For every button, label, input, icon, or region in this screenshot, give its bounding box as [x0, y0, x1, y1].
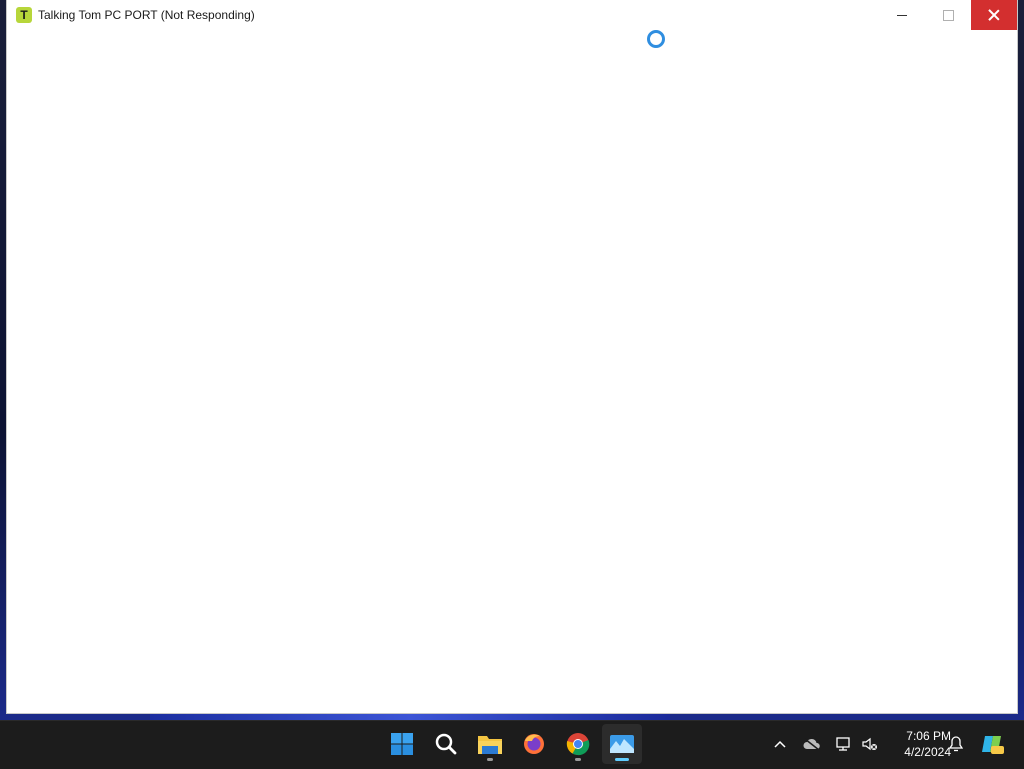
copilot-pre-icon: [982, 736, 1004, 754]
busy-cursor-icon: [647, 30, 665, 48]
folder-icon: [478, 736, 502, 754]
minimize-button[interactable]: [879, 0, 925, 30]
bell-icon: [949, 736, 963, 752]
firefox-icon: [524, 734, 544, 754]
network-tray-button[interactable]: [832, 720, 856, 768]
clock[interactable]: 7:06 PM 4/2/2024: [885, 728, 951, 760]
volume-muted-icon: [862, 737, 877, 751]
active-indicator: [615, 758, 629, 761]
app-icon-letter: T: [20, 8, 28, 22]
running-indicator: [575, 758, 581, 761]
network-icon: [836, 737, 850, 751]
start-button[interactable]: [382, 724, 422, 764]
app-icon: T: [16, 7, 32, 23]
close-icon: [988, 9, 1000, 21]
clock-time: 7:06 PM: [906, 729, 951, 743]
search-button[interactable]: [426, 724, 466, 764]
window-title: Talking Tom PC PORT (Not Responding): [38, 8, 255, 22]
chrome-icon: [566, 733, 590, 756]
taskbar-active-app[interactable]: [602, 724, 642, 764]
copilot-button[interactable]: [978, 720, 1008, 768]
windows-logo-icon: [391, 733, 413, 755]
volume-tray-button[interactable]: [858, 720, 882, 768]
notifications-button[interactable]: [944, 720, 968, 768]
maximize-icon: [942, 9, 954, 21]
taskbar-firefox[interactable]: [514, 724, 554, 764]
running-indicator: [487, 758, 493, 761]
taskbar-file-explorer[interactable]: [470, 724, 510, 764]
chevron-up-icon: [774, 740, 786, 748]
onedrive-tray-button[interactable]: [800, 720, 824, 768]
show-hidden-icons-button[interactable]: [770, 720, 790, 768]
app-window[interactable]: T Talking Tom PC PORT (Not Responding): [7, 0, 1017, 713]
taskbar-chrome[interactable]: [558, 724, 598, 764]
search-icon: [435, 733, 457, 755]
close-button[interactable]: [971, 0, 1017, 30]
cloud-offline-icon: [803, 738, 820, 750]
clock-date: 4/2/2024: [904, 745, 951, 759]
minimize-icon: [897, 14, 907, 16]
photos-icon: [610, 735, 634, 753]
maximize-button[interactable]: [925, 0, 971, 30]
title-bar[interactable]: T Talking Tom PC PORT (Not Responding): [7, 0, 1017, 30]
app-content-area[interactable]: [7, 30, 1017, 713]
